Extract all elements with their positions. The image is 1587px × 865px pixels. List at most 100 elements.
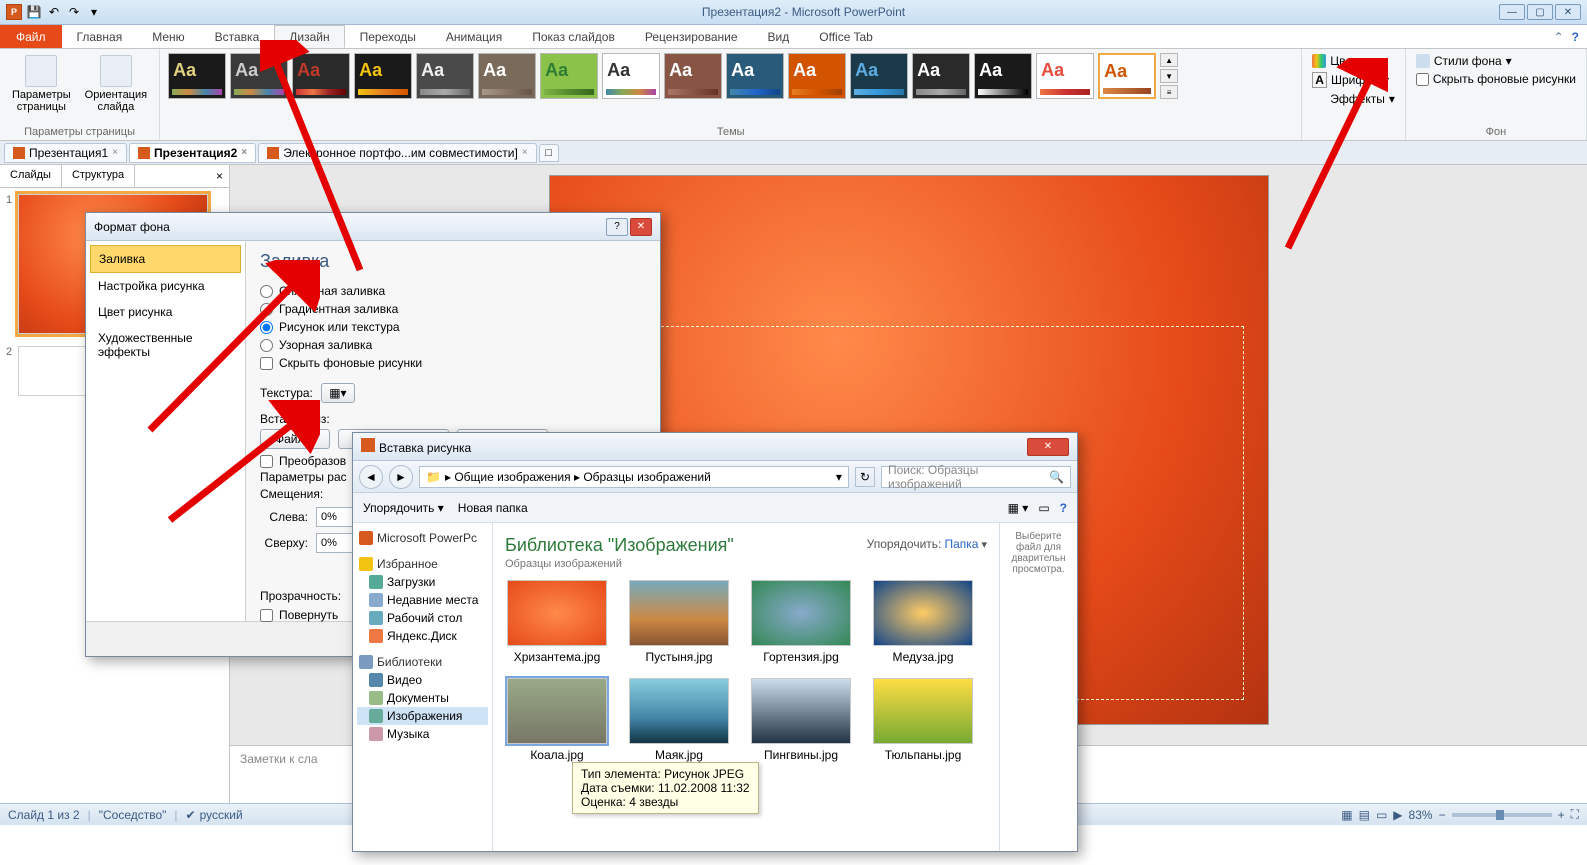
view-normal-icon[interactable]: ▦ [1341,808,1352,822]
status-slide: Слайд 1 из 2 [8,808,80,822]
view-sorter-icon[interactable]: ▤ [1359,808,1370,822]
tab-animation[interactable]: Анимация [431,25,517,48]
dialog-titlebar[interactable]: Формат фона ? ✕ [86,213,660,241]
theme-thumb[interactable]: Aa [602,53,660,99]
panel-close-icon[interactable]: × [210,165,229,187]
theme-thumb[interactable]: Aa [726,53,784,99]
address-bar[interactable]: 📁 ▸ Общие изображения ▸ Образцы изображе… [419,466,849,488]
view-reading-icon[interactable]: ▭ [1376,808,1387,822]
back-button[interactable]: ◄ [359,465,383,489]
theme-thumb[interactable]: Aa [850,53,908,99]
tab-view[interactable]: Вид [753,25,805,48]
tree-images[interactable]: Изображения [357,707,488,725]
doc-tab[interactable]: Презентация1× [4,143,127,163]
new-folder-button[interactable]: Новая папка [458,501,528,515]
orientation-icon [100,55,132,87]
close-icon[interactable]: × [112,147,118,158]
page-setup-button[interactable]: Параметры страницы [8,53,75,115]
tree-yandex[interactable]: Яндекс.Диск [357,627,488,645]
file-tab[interactable]: Файл [0,25,62,48]
refresh-icon[interactable]: ↻ [855,467,875,487]
preview-toggle[interactable]: ▭ [1038,501,1049,515]
theme-thumb[interactable]: Aa [1098,53,1156,99]
theme-thumb[interactable]: Aa [1036,53,1094,99]
close-button[interactable]: ✕ [630,218,652,236]
tab-review[interactable]: Рецензирование [630,25,753,48]
close-icon[interactable]: × [241,147,247,158]
file-thumb[interactable]: Хризантема.jpg [505,580,609,664]
tree-documents[interactable]: Документы [357,689,488,707]
maximize-button[interactable]: ▢ [1527,4,1553,20]
tree-video[interactable]: Видео [357,671,488,689]
outline-tab[interactable]: Структура [62,165,135,187]
texture-picker[interactable]: ▦▾ [321,383,355,403]
file-thumb[interactable]: Пустыня.jpg [627,580,731,664]
theme-thumb[interactable]: Aa [788,53,846,99]
slide-number: 2 [6,346,12,358]
tree-downloads[interactable]: Загрузки [357,573,488,591]
tree-recent[interactable]: Недавние места [357,591,488,609]
group-background: Стили фона ▾ Скрыть фоновые рисунки Фон [1406,49,1587,140]
slides-tab[interactable]: Слайды [0,165,62,187]
sort-control[interactable]: Упорядочить: Папка ▾ [867,537,987,551]
theme-thumb[interactable]: Aa [974,53,1032,99]
zoom-out-icon[interactable]: − [1439,808,1446,822]
view-slideshow-icon[interactable]: ▶ [1393,808,1402,822]
undo-icon[interactable]: ↶ [46,4,62,20]
status-language[interactable]: русский [200,808,243,822]
file-thumb[interactable]: Гортензия.jpg [749,580,853,664]
file-thumb[interactable]: Пингвины.jpg [749,678,853,762]
theme-thumb[interactable]: Aa [664,53,722,99]
qat-more-icon[interactable]: ▾ [86,4,102,20]
tree-music[interactable]: Музыка [357,725,488,743]
tab-home[interactable]: Главная [62,25,138,48]
opacity-label: Прозрачность: [260,589,341,603]
new-doc-tab[interactable]: □ [539,144,559,162]
zoom-in-icon[interactable]: + [1558,808,1565,822]
save-icon[interactable]: 💾 [26,4,42,20]
themes-more[interactable]: ▲▼≡ [1160,53,1178,99]
zoom-value[interactable]: 83% [1409,808,1433,822]
theme-thumb[interactable]: Aa [478,53,536,99]
dialog-titlebar[interactable]: Вставка рисунка ✕ [353,433,1077,461]
theme-thumb[interactable]: Aa [168,53,226,99]
file-thumb[interactable]: Медуза.jpg [871,580,975,664]
tree-libraries[interactable]: Библиотеки [357,653,488,671]
minimize-button[interactable]: — [1499,4,1525,20]
tab-menu[interactable]: Меню [137,25,199,48]
close-button[interactable]: ✕ [1555,4,1581,20]
redo-icon[interactable]: ↷ [66,4,82,20]
slide-orientation-button[interactable]: Ориентация слайда [81,53,151,115]
help-icon[interactable]: ? [1572,30,1579,44]
library-subtitle: Образцы изображений [505,558,622,570]
page-setup-icon [25,55,57,87]
tab-slideshow[interactable]: Показ слайдов [517,25,630,48]
help-icon[interactable]: ? [1060,501,1067,515]
help-button[interactable]: ? [606,218,628,236]
forward-button[interactable]: ► [389,465,413,489]
hide-bg-graphics-checkbox[interactable]: Скрыть фоновые рисунки [1414,71,1578,87]
tree-favorites[interactable]: Избранное [357,555,488,573]
file-thumb[interactable]: Тюльпаны.jpg [871,678,975,762]
bg-styles-icon [1416,54,1430,68]
doc-tab[interactable]: Презентация2× [129,143,256,163]
theme-thumb[interactable]: Aa [416,53,474,99]
theme-thumb[interactable]: Aa [540,53,598,99]
view-dropdown[interactable]: ▦ ▾ [1008,501,1029,515]
status-theme: "Соседство" [99,808,167,822]
close-icon[interactable]: × [522,147,528,158]
file-thumb[interactable]: Маяк.jpg [627,678,731,762]
tab-officetab[interactable]: Office Tab [804,25,888,48]
fit-icon[interactable]: ⛶ [1571,807,1579,822]
file-thumb[interactable]: Коала.jpg [505,678,609,762]
organize-dropdown[interactable]: Упорядочить ▾ [363,501,444,515]
search-input[interactable]: Поиск: Образцы изображений 🔍 [881,466,1071,488]
tree-powerpoint[interactable]: Microsoft PowerPс [357,529,488,547]
ribbon-minimize-icon[interactable]: ⌃ [1554,30,1564,44]
zoom-slider[interactable] [1452,813,1552,817]
theme-thumb[interactable]: Aa [912,53,970,99]
background-styles-dropdown[interactable]: Стили фона ▾ [1414,53,1578,69]
tree-desktop[interactable]: Рабочий стол [357,609,488,627]
close-button[interactable]: ✕ [1027,438,1069,456]
spellcheck-icon[interactable]: ✔ [186,808,196,822]
